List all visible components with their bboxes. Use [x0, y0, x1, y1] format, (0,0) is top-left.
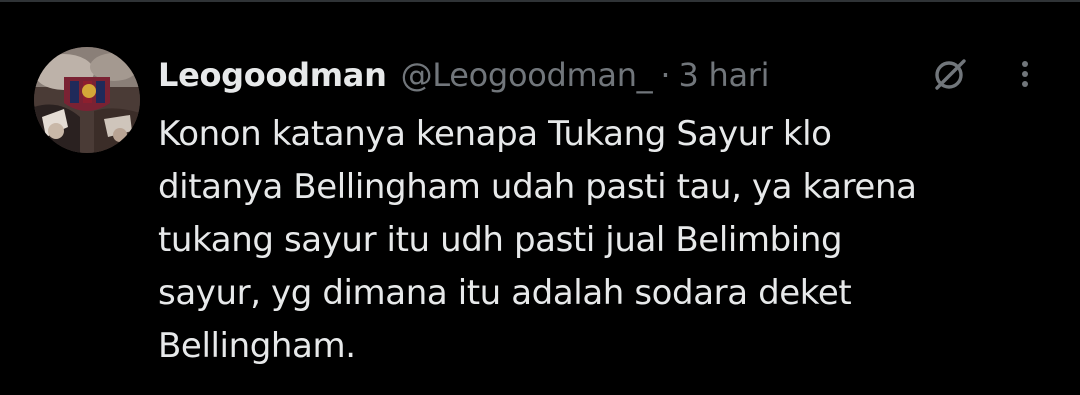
- tweet-header: Leogoodman @Leogoodman_ · 3 hari: [158, 50, 770, 100]
- avatar[interactable]: [34, 47, 140, 153]
- author-handle[interactable]: @Leogoodman_: [401, 56, 653, 94]
- more-options-icon[interactable]: [1008, 54, 1042, 94]
- tweet-text-line: Bellingham.: [158, 326, 356, 366]
- separator-dot: ·: [660, 56, 671, 94]
- tweet-text-line: sayur, yg dimana itu adalah sodara deket: [158, 273, 852, 313]
- tweet-text-line: tukang sayur itu udh pasti jual Belimbin…: [158, 220, 843, 260]
- tweet-text-line: Konon katanya kenapa Tukang Sayur klo: [158, 114, 832, 154]
- tweet-text-line: ditanya Bellingham udah pasti tau, ya ka…: [158, 167, 917, 207]
- avatar-image: [34, 47, 140, 153]
- tweet-timestamp[interactable]: 3 hari: [679, 56, 770, 94]
- grok-icon[interactable]: [930, 54, 970, 94]
- grok-icon-svg: [935, 59, 966, 90]
- more-options-icon-svg: [1022, 61, 1028, 87]
- tweet-text: Konon katanya kenapa Tukang Sayur klo di…: [158, 108, 1058, 373]
- author-display-name[interactable]: Leogoodman: [158, 56, 387, 94]
- tweet[interactable]: Leogoodman @Leogoodman_ · 3 hari Konon k…: [0, 2, 1080, 395]
